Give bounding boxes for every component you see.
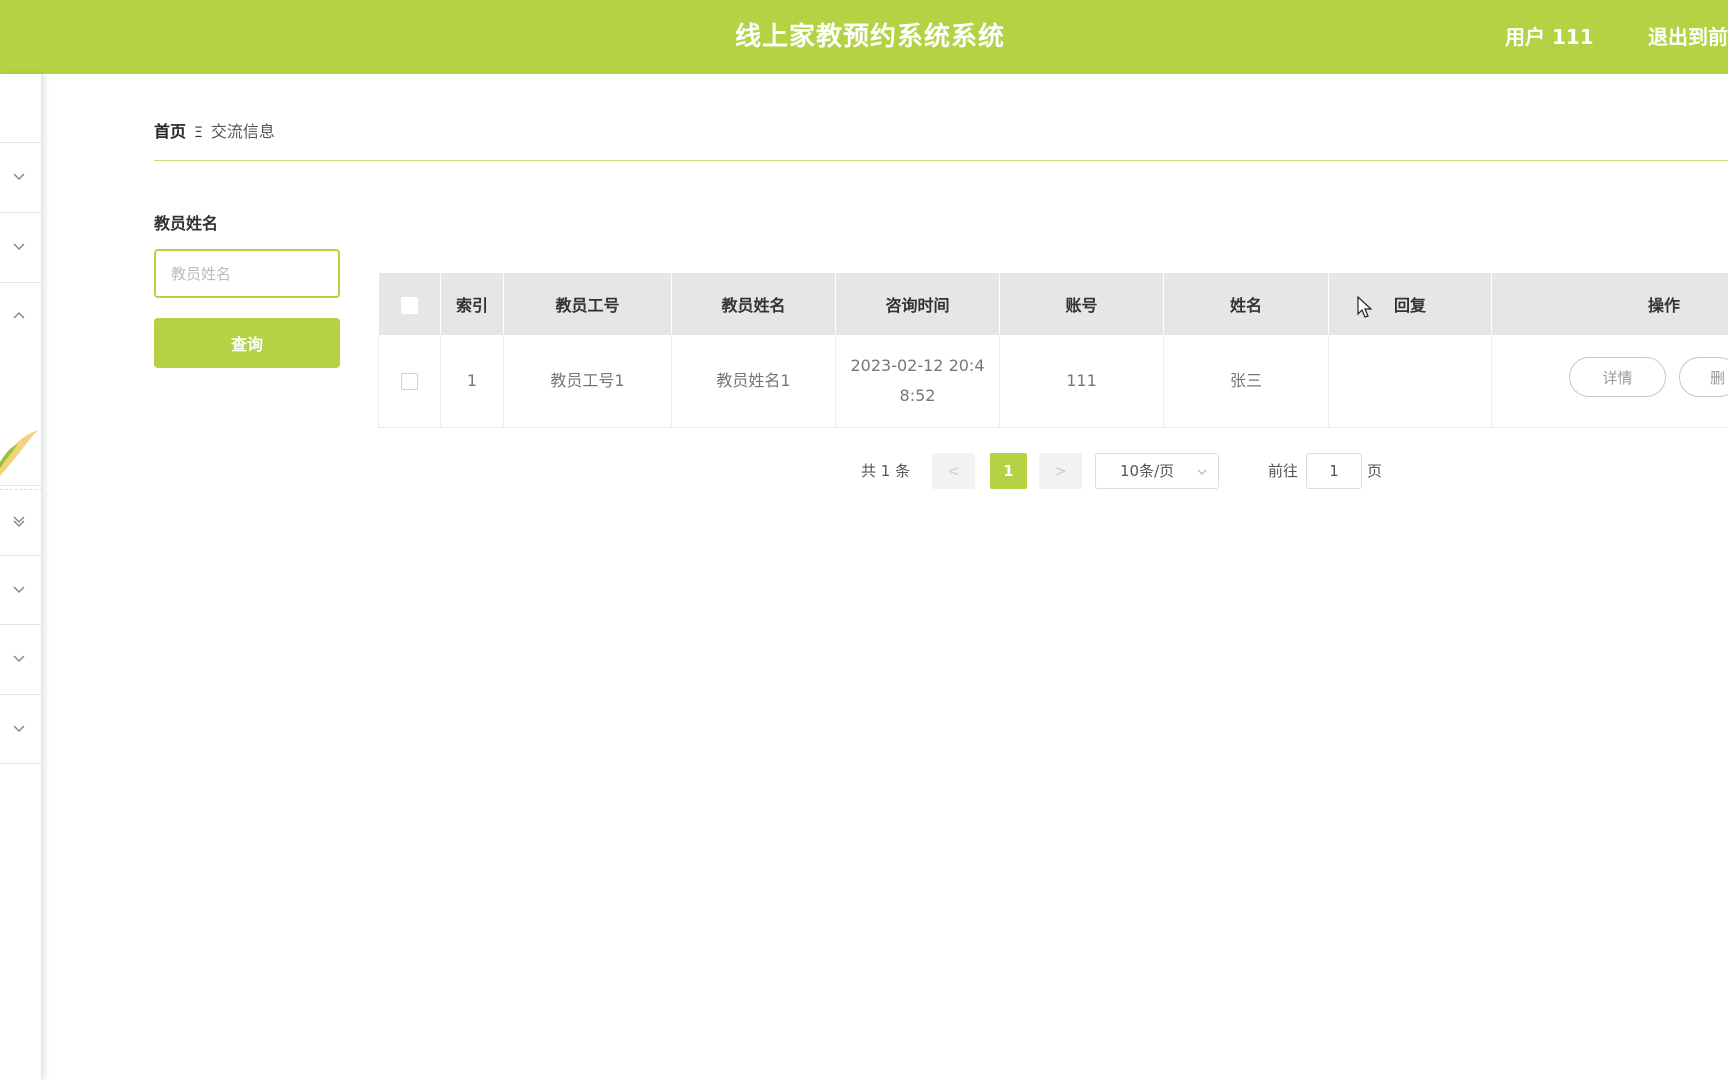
chevron-down-icon [12, 239, 26, 253]
row-select-cell [378, 335, 441, 428]
cell-teacher-no: 教员工号1 [503, 335, 672, 428]
cell-index: 1 [440, 335, 504, 428]
sidebar-menu-item[interactable] [0, 416, 42, 528]
prev-page-button[interactable]: < [932, 453, 975, 489]
logout-link[interactable]: 退出到前 [1648, 0, 1728, 74]
goto-label: 前往 [1268, 462, 1299, 480]
column-header-time: 咨询时间 [835, 273, 1000, 335]
user-label[interactable]: 用户 111 [1505, 0, 1594, 74]
page-size-value: 10条/页 [1120, 462, 1175, 480]
column-header-actions: 操作 [1491, 273, 1728, 335]
page-number-current[interactable]: 1 [990, 453, 1027, 489]
sidebar-menu-item[interactable] [0, 694, 42, 764]
select-all-checkbox[interactable] [400, 296, 418, 314]
chevron-down-icon [12, 582, 26, 596]
sidebar-menu-item[interactable] [0, 212, 42, 282]
delete-button[interactable]: 删 [1679, 357, 1728, 397]
select-all-header [378, 273, 441, 335]
app-title: 线上家教预约系统系统 [734, 22, 1005, 52]
breadcrumb: 首页 Ξ 交流信息 [154, 118, 275, 147]
column-header-teacher-no: 教员工号 [503, 273, 672, 335]
sidebar-menu-item[interactable] [0, 485, 42, 555]
pagination-total: 共 1 条 [861, 462, 911, 480]
top-header: 线上家教预约系统系统 用户 111 退出到前 [0, 0, 1728, 74]
column-header-reply: 回复 [1328, 273, 1492, 335]
sidebar-menu-item[interactable] [0, 624, 42, 694]
goto-page-input[interactable] [1306, 453, 1362, 489]
page-size-select[interactable]: 10条/页 [1095, 453, 1219, 489]
row-checkbox[interactable] [401, 372, 418, 390]
table-header-row: 索引 教员工号 教员姓名 咨询时间 账号 姓名 回复 操作 [378, 273, 1728, 335]
next-page-button[interactable]: > [1039, 453, 1082, 489]
column-header-name: 姓名 [1163, 273, 1329, 335]
breadcrumb-separator: Ξ [194, 125, 203, 141]
detail-button[interactable]: 详情 [1569, 357, 1666, 397]
search-button[interactable]: 查询 [154, 318, 340, 368]
sidebar-menu-item-expanded[interactable] [0, 282, 42, 352]
breadcrumb-home[interactable]: 首页 [154, 122, 186, 141]
breadcrumb-current: 交流信息 [210, 122, 275, 141]
search-label: 教员姓名 [154, 214, 219, 233]
breadcrumb-divider [154, 160, 1728, 161]
chevron-up-icon [12, 309, 26, 323]
cell-teacher-name: 教员姓名1 [671, 335, 836, 428]
page-unit-label: 页 [1367, 462, 1383, 480]
sidebar [0, 74, 42, 1080]
column-header-account: 账号 [999, 273, 1164, 335]
cell-name: 张三 [1163, 335, 1329, 428]
mouse-cursor-icon [1357, 296, 1373, 318]
chevron-down-icon [12, 721, 26, 735]
data-table: 索引 教员工号 教员姓名 咨询时间 账号 姓名 回复 操作 1 教员工号1 教员… [378, 273, 1728, 428]
cell-account: 111 [999, 335, 1164, 428]
column-header-teacher-name: 教员姓名 [671, 273, 836, 335]
chevron-down-icon [12, 651, 26, 665]
sidebar-menu-item[interactable] [0, 555, 42, 625]
chevron-down-icon [12, 169, 26, 183]
table-row: 1 教员工号1 教员姓名1 2023-02-12 20:48:52 111 张三 [378, 335, 1728, 428]
cell-time: 2023-02-12 20:48:52 [835, 335, 1000, 428]
column-header-index: 索引 [440, 273, 504, 335]
sidebar-menu-item[interactable] [0, 142, 42, 212]
caret-down-icon [1197, 469, 1207, 475]
cell-reply [1328, 335, 1492, 428]
teacher-name-search-input[interactable] [154, 249, 340, 298]
chevron-down-icon [12, 512, 26, 526]
